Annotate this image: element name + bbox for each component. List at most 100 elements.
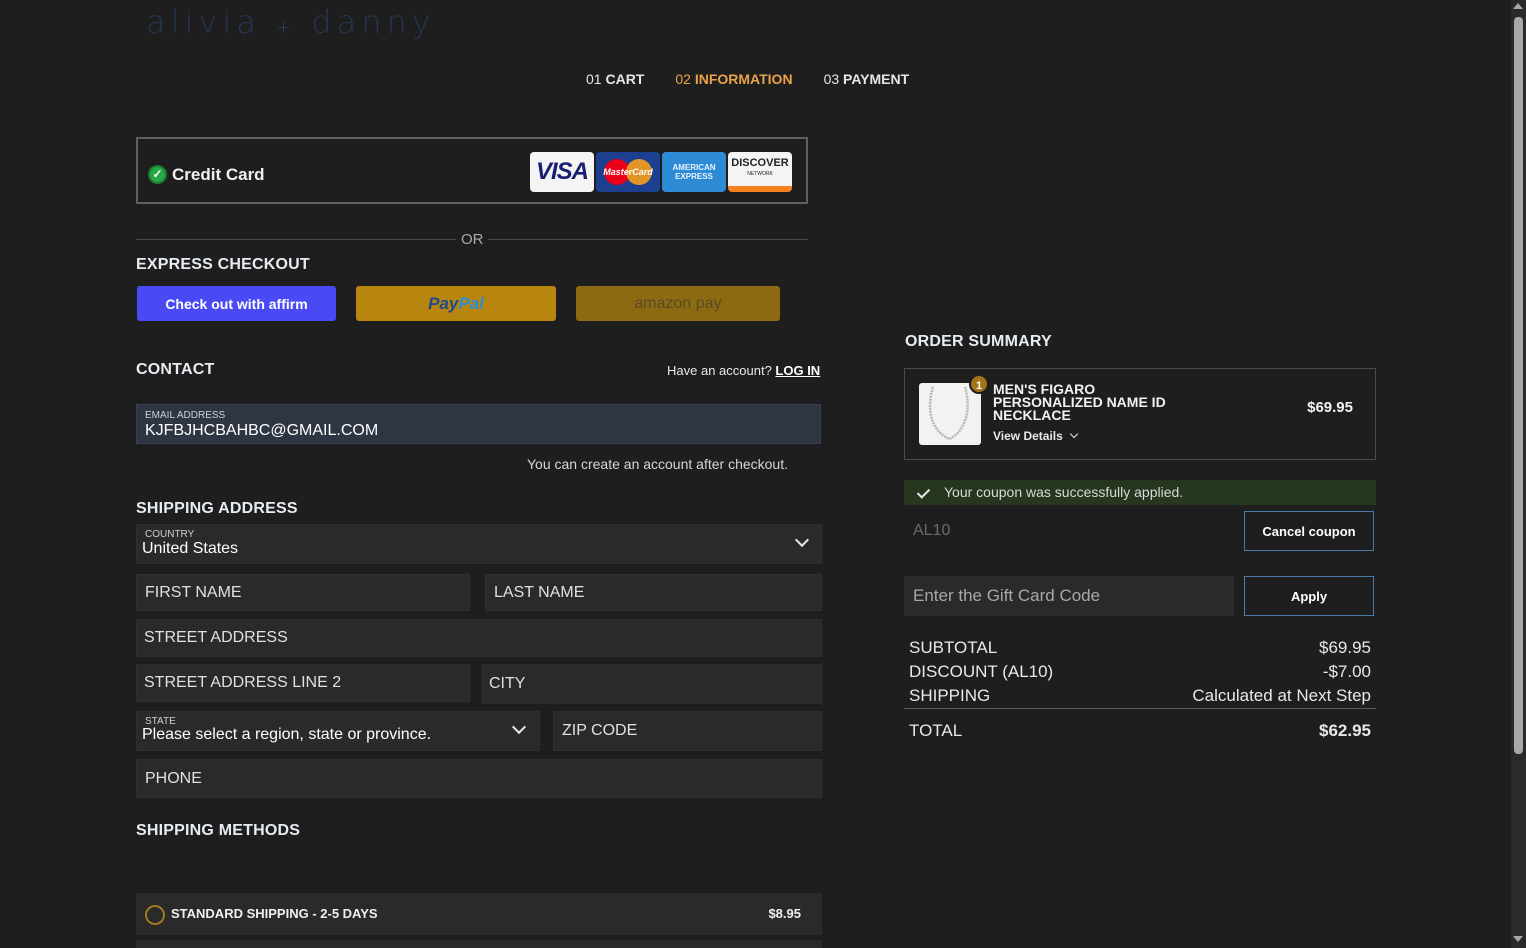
logo-word-right: danny xyxy=(311,3,436,41)
check-icon xyxy=(916,485,931,499)
shipping-label: SHIPPING xyxy=(909,686,991,705)
chevron-down-icon xyxy=(1069,429,1079,439)
shipping-methods-title: SHIPPING METHODS xyxy=(136,822,301,839)
shipping-row: SHIPPING Calculated at Next Step xyxy=(909,686,1371,706)
step-payment[interactable]: 03 PAYMENT xyxy=(824,71,910,87)
affirm-button[interactable]: Check out with affirm xyxy=(137,286,336,321)
city-field[interactable]: CITY xyxy=(482,664,822,704)
cart-item: 1 MEN'S FIGARO PERSONALIZED NAME ID NECK… xyxy=(904,368,1376,460)
phone-placeholder: PHONE xyxy=(145,769,202,787)
coupon-success-message: Your coupon was successfully applied. xyxy=(904,480,1376,505)
step-information[interactable]: 02 INFORMATION xyxy=(675,71,792,87)
discount-row: DISCOUNT (AL10) -$7.00 xyxy=(909,662,1371,682)
order-summary-title: ORDER SUMMARY xyxy=(905,333,1052,350)
scroll-up-arrow-icon[interactable] xyxy=(1513,3,1523,9)
account-prompt: Have an account? LOG IN xyxy=(667,363,820,378)
visa-logo: VISA xyxy=(530,152,594,192)
step-number: 02 xyxy=(675,71,691,87)
email-label: EMAIL ADDRESS xyxy=(145,410,226,421)
step-label: CART xyxy=(605,71,645,87)
amazon-pay-button[interactable]: amazon pay xyxy=(576,286,780,321)
street-address-placeholder: STREET ADDRESS xyxy=(144,629,288,646)
subtotal-value: $69.95 xyxy=(1319,638,1371,657)
check-icon: ✓ xyxy=(148,165,167,184)
country-value: United States xyxy=(142,540,239,557)
login-link[interactable]: LOG IN xyxy=(775,363,820,378)
contact-title: CONTACT xyxy=(136,361,215,378)
phone-field[interactable]: PHONE xyxy=(136,759,822,798)
divider-left xyxy=(136,239,456,240)
paypal-pal: Pal xyxy=(458,293,484,313)
shipping-option-standard[interactable]: STANDARD SHIPPING - 2-5 DAYS $8.95 xyxy=(136,893,822,935)
scroll-down-arrow-icon[interactable] xyxy=(1513,936,1523,942)
totals-divider xyxy=(904,708,1376,709)
city-placeholder: CITY xyxy=(489,675,526,692)
credit-card-label: Credit Card xyxy=(172,165,265,184)
street-address-field[interactable]: STREET ADDRESS xyxy=(136,619,822,657)
product-image xyxy=(919,383,981,445)
coupon-code-field[interactable]: AL10 xyxy=(904,511,1234,551)
chevron-down-icon xyxy=(794,532,810,548)
shipping-option-price: $8.95 xyxy=(768,906,801,921)
view-details-toggle[interactable]: View Details xyxy=(993,429,1079,443)
logo-word-left: alivia xyxy=(146,3,261,41)
cancel-coupon-button[interactable]: Cancel coupon xyxy=(1244,511,1374,551)
gift-card-field[interactable]: Enter the Gift Card Code xyxy=(904,576,1234,616)
product-price: $69.95 xyxy=(1307,399,1353,416)
amex-logo: AMERICAN EXPRESS xyxy=(662,152,726,192)
state-value: Please select a region, state or provinc… xyxy=(142,726,432,743)
shipping-option-label: STANDARD SHIPPING - 2-5 DAYS xyxy=(171,906,378,921)
coupon-code-value: AL10 xyxy=(913,522,951,539)
street-address-line2-field[interactable]: STREET ADDRESS LINE 2 xyxy=(136,664,470,702)
scrollbar-thumb[interactable] xyxy=(1514,17,1523,754)
step-label: PAYMENT xyxy=(843,71,910,87)
radio-button[interactable] xyxy=(145,905,165,925)
paypal-pay: Pay xyxy=(428,293,459,313)
view-details-label: View Details xyxy=(993,429,1063,443)
step-cart[interactable]: 01 CART xyxy=(586,71,644,87)
coupon-success-text: Your coupon was successfully applied. xyxy=(944,484,1184,500)
discover-sub: NETWORK xyxy=(747,171,773,177)
brand-logo[interactable]: alivia + danny xyxy=(146,2,436,48)
step-label: INFORMATION xyxy=(694,71,793,87)
step-number: 01 xyxy=(586,71,602,87)
last-name-placeholder: LAST NAME xyxy=(494,583,585,601)
subtotal-label: SUBTOTAL xyxy=(909,638,998,657)
paypal-button[interactable]: Pay Pal xyxy=(356,286,556,321)
first-name-placeholder: FIRST NAME xyxy=(145,583,242,601)
first-name-field[interactable]: FIRST NAME xyxy=(136,574,470,611)
logo-plus: + xyxy=(276,17,297,38)
zip-code-field[interactable]: ZIP CODE xyxy=(553,711,822,751)
discount-label: DISCOUNT (AL10) xyxy=(909,662,1054,681)
shipping-value: Calculated at Next Step xyxy=(1192,686,1371,705)
shipping-option-next[interactable] xyxy=(136,940,822,948)
apply-gift-card-button[interactable]: Apply xyxy=(1244,576,1374,616)
mastercard-logo: MasterCard xyxy=(596,152,660,192)
total-row: TOTAL $62.95 xyxy=(909,721,1371,741)
divider-right xyxy=(488,239,808,240)
express-checkout-title: EXPRESS CHECKOUT xyxy=(136,256,310,273)
gift-card-placeholder: Enter the Gift Card Code xyxy=(913,586,1101,605)
chevron-down-icon xyxy=(511,719,527,735)
discover-logo: DISCOVER NETWORK xyxy=(728,152,792,192)
subtotal-row: SUBTOTAL $69.95 xyxy=(909,638,1371,658)
or-text: OR xyxy=(459,231,486,248)
shipping-address-title: SHIPPING ADDRESS xyxy=(136,500,298,517)
checkout-steps: 01 CART 02 INFORMATION 03 PAYMENT xyxy=(586,71,909,87)
step-number: 03 xyxy=(823,71,840,87)
state-select[interactable]: STATE Please select a region, state or p… xyxy=(136,711,540,751)
last-name-field[interactable]: LAST NAME xyxy=(485,574,822,611)
country-select[interactable]: COUNTRY United States xyxy=(136,524,822,564)
have-account-text: Have an account? xyxy=(667,363,772,378)
country-label: COUNTRY xyxy=(145,529,195,540)
street-address-line2-placeholder: STREET ADDRESS LINE 2 xyxy=(144,674,342,691)
discount-value: -$7.00 xyxy=(1322,662,1371,681)
create-account-note: You can create an account after checkout… xyxy=(527,456,788,472)
zip-code-placeholder: ZIP CODE xyxy=(562,722,638,739)
credit-card-option[interactable]: ✓ Credit Card VISA MasterCard AMERICAN E… xyxy=(136,137,808,204)
email-field[interactable]: EMAIL ADDRESS KJFBJHCBAHBC@GMAIL.COM xyxy=(136,404,821,444)
quantity-badge: 1 xyxy=(969,374,989,394)
email-value: KJFBJHCBAHBC@GMAIL.COM xyxy=(145,422,379,439)
product-name: MEN'S FIGARO PERSONALIZED NAME ID NECKLA… xyxy=(993,381,1166,423)
total-label: TOTAL xyxy=(909,721,963,740)
